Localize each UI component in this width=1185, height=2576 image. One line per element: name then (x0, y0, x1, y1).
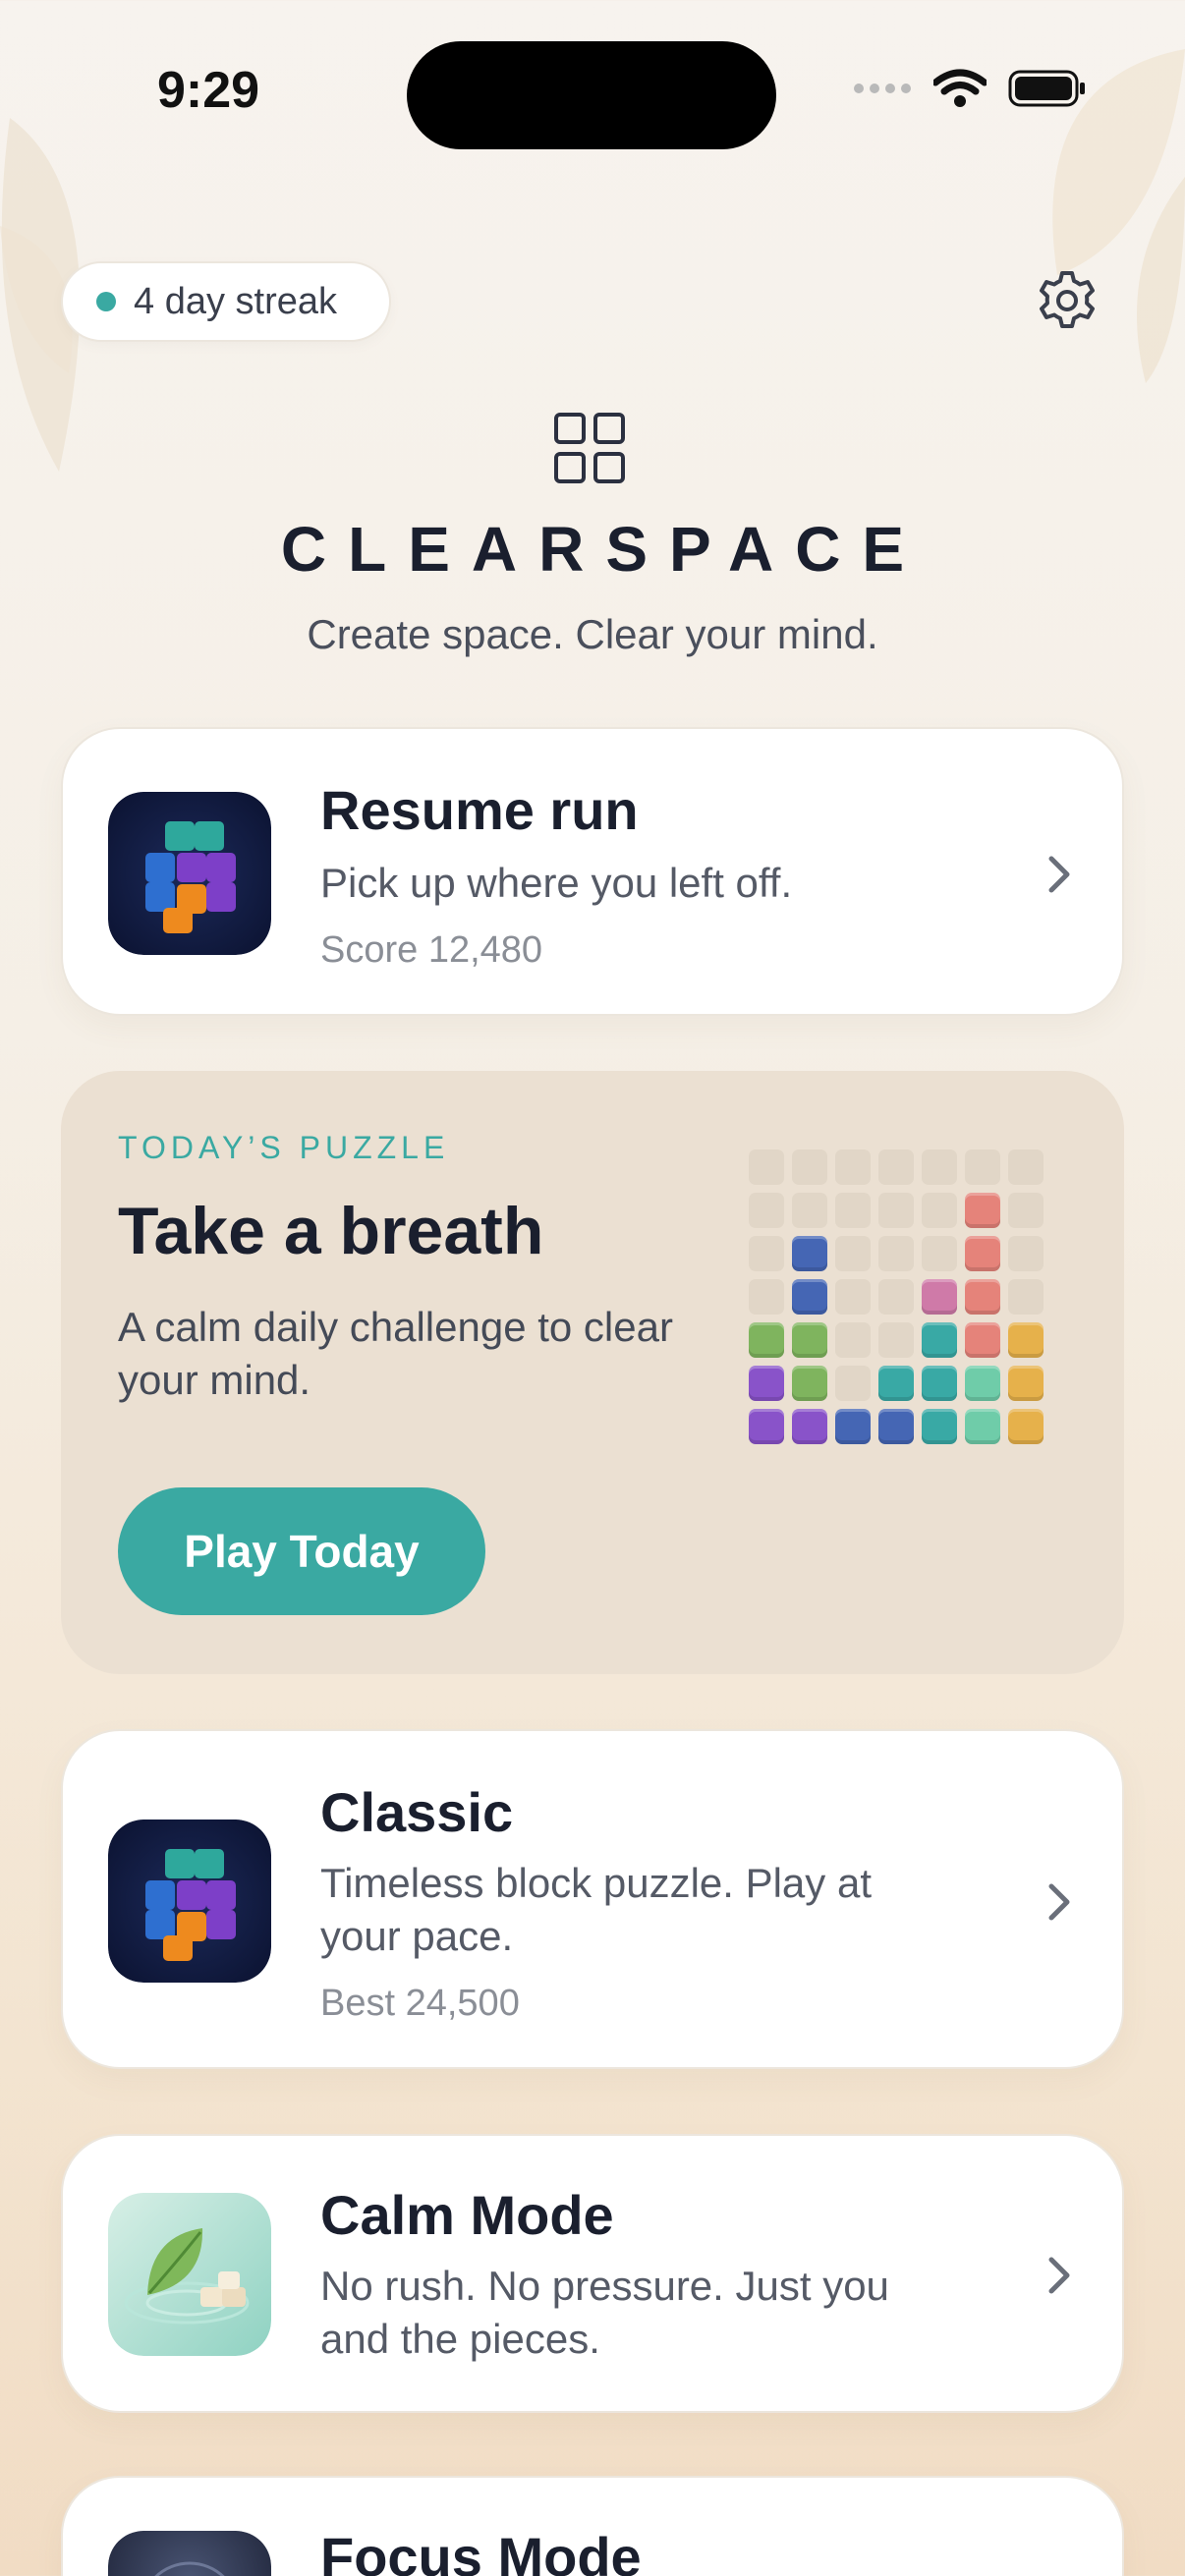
settings-gear-icon[interactable] (1034, 267, 1100, 334)
resume-score: Score 12,480 (320, 929, 543, 971)
calm-title: Calm Mode (320, 2184, 614, 2246)
mode-card-calm[interactable]: Calm Mode No rush. No pressure. Just you… (61, 2134, 1124, 2413)
grid-cell-empty (835, 1236, 871, 1271)
grid-cell-filled (922, 1279, 957, 1315)
streak-dot-icon (96, 292, 116, 311)
grid-cell-filled (1008, 1322, 1044, 1358)
mode-card-focus[interactable]: Focus Mode (61, 2476, 1124, 2576)
grid-cell-empty (792, 1149, 827, 1185)
play-today-button[interactable]: Play Today (118, 1487, 485, 1615)
grid-cell-empty (922, 1193, 957, 1228)
classic-mode-icon (108, 1820, 271, 1983)
calm-mode-leaf-icon (108, 2193, 271, 2356)
grid-cell-filled (792, 1409, 827, 1444)
classic-best-score: Best 24,500 (320, 1983, 520, 2024)
daily-description: A calm daily challenge to clear your min… (118, 1304, 673, 1403)
app-tagline: Create space. Clear your mind. (307, 611, 878, 657)
grid-cell-empty (835, 1366, 871, 1401)
grid-cell-empty (965, 1149, 1000, 1185)
daily-label: TODAY’S PUZZLE (118, 1130, 450, 1165)
grid-cell-filled (749, 1409, 784, 1444)
daily-title: Take a breath (118, 1194, 544, 1268)
app-logo-grid-icon (554, 413, 625, 483)
grid-cell-filled (965, 1409, 1000, 1444)
grid-cell-empty (922, 1236, 957, 1271)
grid-cell-filled (922, 1409, 957, 1444)
grid-cell-empty (878, 1193, 914, 1228)
streak-badge: 4 day streak (61, 261, 391, 342)
grid-cell-empty (835, 1322, 871, 1358)
grid-cell-filled (922, 1366, 957, 1401)
status-icons (853, 69, 1087, 108)
grid-cell-empty (749, 1149, 784, 1185)
grid-cell-filled (965, 1279, 1000, 1315)
grid-cell-empty (792, 1193, 827, 1228)
classic-title: Classic (320, 1781, 514, 1843)
grid-cell-empty (922, 1149, 957, 1185)
grid-cell-empty (835, 1149, 871, 1185)
grid-cell-empty (749, 1193, 784, 1228)
grid-cell-filled (965, 1322, 1000, 1358)
focus-title: Focus Mode (320, 2526, 642, 2576)
grid-cell-empty (749, 1236, 784, 1271)
app-title: CLEARSPACE (280, 514, 927, 585)
grid-cell-filled (965, 1193, 1000, 1228)
grid-cell-empty (835, 1193, 871, 1228)
grid-cell-filled (878, 1366, 914, 1401)
focus-mode-icon (108, 2531, 271, 2576)
grid-cell-filled (792, 1236, 827, 1271)
grid-cell-empty (749, 1279, 784, 1315)
grid-cell-filled (878, 1409, 914, 1444)
mode-card-classic[interactable]: Classic Timeless block puzzle. Play at y… (61, 1729, 1124, 2069)
block-puzzle-app-icon (108, 792, 271, 955)
grid-cell-filled (922, 1322, 957, 1358)
chevron-right-icon (1048, 856, 1070, 893)
grid-cell-filled (1008, 1409, 1044, 1444)
grid-cell-empty (1008, 1279, 1044, 1315)
wifi-icon (933, 69, 987, 107)
daily-puzzle-card: TODAY’S PUZZLE Take a breath A calm dail… (61, 1071, 1124, 1674)
grid-cell-empty (878, 1149, 914, 1185)
grid-cell-filled (965, 1366, 1000, 1401)
cellular-signal-icon (854, 84, 911, 93)
daily-puzzle-preview-grid (749, 1149, 1102, 1454)
grid-cell-empty (878, 1279, 914, 1315)
grid-cell-filled (792, 1322, 827, 1358)
dynamic-island (407, 41, 776, 149)
status-time: 9:29 (157, 62, 260, 119)
resume-run-card[interactable]: Resume run Pick up where you left off. S… (61, 727, 1124, 1016)
classic-description: Timeless block puzzle. Play at your pace… (320, 1860, 872, 1959)
grid-cell-empty (1008, 1236, 1044, 1271)
grid-cell-filled (749, 1366, 784, 1401)
chevron-right-icon (1048, 1883, 1070, 1921)
streak-label: 4 day streak (134, 280, 337, 322)
grid-cell-empty (1008, 1149, 1044, 1185)
grid-cell-filled (792, 1279, 827, 1315)
chevron-right-icon (1048, 2257, 1070, 2294)
resume-description: Pick up where you left off. (320, 860, 793, 906)
grid-cell-filled (965, 1236, 1000, 1271)
grid-cell-filled (1008, 1366, 1044, 1401)
grid-cell-filled (749, 1322, 784, 1358)
battery-icon (1008, 70, 1085, 107)
grid-cell-empty (878, 1322, 914, 1358)
status-bar: 9:29 (0, 0, 1185, 187)
grid-cell-empty (878, 1236, 914, 1271)
grid-cell-filled (835, 1409, 871, 1444)
grid-cell-filled (792, 1366, 827, 1401)
calm-description: No rush. No pressure. Just you and the p… (320, 2263, 889, 2362)
grid-cell-empty (1008, 1193, 1044, 1228)
grid-cell-empty (835, 1279, 871, 1315)
resume-title: Resume run (320, 779, 639, 841)
